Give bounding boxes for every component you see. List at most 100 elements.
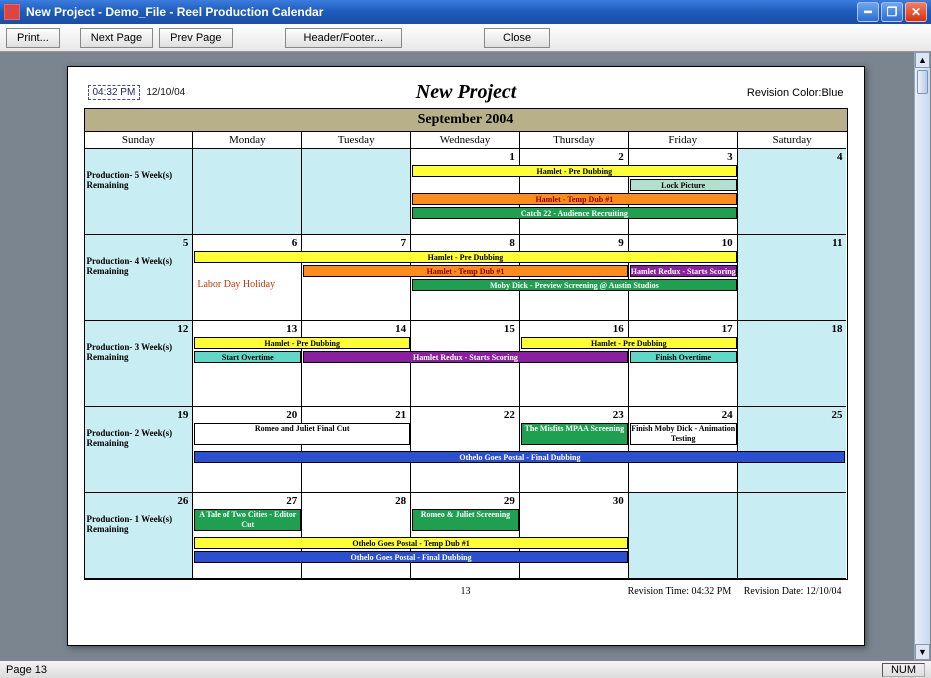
close-preview-button[interactable]: Close	[484, 28, 550, 48]
app-icon	[4, 4, 20, 20]
calendar-day-cell: 8	[411, 235, 520, 321]
calendar-day-cell	[629, 493, 738, 579]
calendar-day-cell: 5Production- 4 Week(s) Remaining	[85, 235, 194, 321]
day-number: 29	[504, 495, 515, 507]
toolbar: Print... Next Page Prev Page Header/Foot…	[0, 24, 931, 52]
calendar-day-cell: 10	[629, 235, 738, 321]
calendar-day-header: Saturday	[738, 132, 847, 149]
calendar-header-row: SundayMondayTuesdayWednesdayThursdayFrid…	[85, 132, 847, 149]
header-footer-button[interactable]: Header/Footer...	[285, 28, 403, 48]
header-date: 12/10/04	[146, 87, 185, 98]
calendar-day-header: Sunday	[85, 132, 194, 149]
week-label: Production- 3 Week(s) Remaining	[87, 343, 193, 363]
preview-workspace: ▲ ▼ 04:32 PM 12/10/04 New Project Revisi…	[0, 52, 931, 660]
day-number: 20	[286, 409, 297, 421]
calendar-week: 19Production- 2 Week(s) Remaining 20 21 22 2…	[85, 407, 847, 493]
next-page-button[interactable]: Next Page	[80, 28, 153, 48]
calendar-day-header: Monday	[193, 132, 302, 149]
calendar-week: Production- 5 Week(s) Remaining 1 2 3 4 Hamle…	[85, 149, 847, 235]
day-number: 4	[837, 151, 843, 163]
day-number: 2	[618, 151, 624, 163]
week-label: Production- 2 Week(s) Remaining	[87, 429, 193, 449]
day-number: 17	[722, 323, 733, 335]
day-number: 27	[286, 495, 297, 507]
day-number: 22	[504, 409, 515, 421]
day-number: 8	[509, 237, 515, 249]
close-window-button[interactable]: ✕	[905, 2, 927, 22]
day-number: 16	[613, 323, 624, 335]
holiday-label: Labor Day Holiday	[197, 279, 275, 290]
prev-page-button[interactable]: Prev Page	[159, 28, 232, 48]
event-bar: Hamlet Redux - Starts Scoring	[630, 265, 737, 277]
calendar-day-cell: 19Production- 2 Week(s) Remaining	[85, 407, 194, 493]
scroll-thumb[interactable]	[917, 70, 928, 94]
event-bar: Romeo & Juliet Screening	[412, 509, 519, 531]
calendar-day-cell: 15	[411, 321, 520, 407]
calendar-day-cell	[738, 493, 847, 579]
event-bar: Lock Picture	[630, 179, 737, 191]
event-bar: The Misfits MPAA Screening	[521, 423, 628, 445]
day-number: 12	[177, 323, 188, 335]
event-bar: Hamlet - Pre Dubbing	[412, 165, 737, 177]
day-number: 26	[177, 495, 188, 507]
revision-time: Revision Time: 04:32 PM	[628, 586, 732, 597]
maximize-button[interactable]: ❐	[881, 2, 903, 22]
event-bar: Moby Dick - Preview Screening @ Austin S…	[412, 279, 737, 291]
calendar-day-cell: 29	[411, 493, 520, 579]
calendar-day-cell: 12 Production- 3 Week(s) Remaining	[85, 321, 194, 407]
day-number: 11	[832, 237, 842, 249]
day-number: 30	[613, 495, 624, 507]
event-bar: Finish Overtime	[630, 351, 737, 363]
page-footer: 13 Revision Time: 04:32 PM Revision Date…	[84, 580, 848, 597]
calendar-month-title: September 2004	[85, 109, 847, 132]
calendar-day-cell	[193, 149, 302, 235]
calendar-day-cell: 13	[193, 321, 302, 407]
event-bar: Hamlet - Pre Dubbing	[521, 337, 737, 349]
day-number: 9	[618, 237, 624, 249]
calendar-day-header: Wednesday	[411, 132, 520, 149]
calendar-day-cell: 9	[520, 235, 629, 321]
document-header: 04:32 PM 12/10/04 New Project Revision C…	[84, 79, 848, 108]
calendar-day-header: Friday	[629, 132, 738, 149]
calendar-day-cell: 22	[411, 407, 520, 493]
calendar-day-cell: 16	[520, 321, 629, 407]
event-bar: Othelo Goes Postal - Final Dubbing	[194, 551, 627, 563]
event-bar: Hamlet - Temp Dub #1	[412, 193, 737, 205]
vertical-scrollbar[interactable]: ▲ ▼	[914, 52, 930, 660]
event-bar: Hamlet - Pre Dubbing	[194, 337, 410, 349]
scroll-down-icon[interactable]: ▼	[915, 644, 930, 660]
day-number: 18	[831, 323, 842, 335]
day-number: 21	[395, 409, 406, 421]
calendar-day-cell: 18	[738, 321, 847, 407]
event-bar: Catch 22 - Audience Recruiting	[412, 207, 737, 219]
day-number: 25	[831, 409, 842, 421]
print-button[interactable]: Print...	[6, 28, 60, 48]
event-bar: A Tale of Two Cities - Editor Cut	[194, 509, 301, 531]
week-label: Production- 5 Week(s) Remaining	[87, 171, 193, 191]
event-bar: Hamlet - Temp Dub #1	[303, 265, 628, 277]
day-number: 1	[509, 151, 515, 163]
event-bar: Hamlet Redux - Starts Scoring	[303, 351, 628, 363]
calendar-day-header: Thursday	[520, 132, 629, 149]
event-bar: Hamlet - Pre Dubbing	[194, 251, 736, 263]
status-page: Page 13	[6, 664, 47, 676]
calendar-day-cell: 2	[520, 149, 629, 235]
window-titlebar: New Project - Demo_File - Reel Productio…	[0, 0, 931, 24]
calendar-day-cell: Production- 5 Week(s) Remaining	[85, 149, 194, 235]
week-label: Production- 1 Week(s) Remaining	[87, 515, 193, 535]
calendar-day-cell: 26 Production- 1 Week(s) Remaining	[85, 493, 194, 579]
day-number: 5	[183, 237, 189, 249]
event-bar: Othelo Goes Postal - Temp Dub #1	[194, 537, 627, 549]
calendar-day-cell: 6Labor Day Holiday	[193, 235, 302, 321]
page-number: 13	[461, 586, 471, 597]
day-number: 13	[286, 323, 297, 335]
day-number: 7	[401, 237, 407, 249]
minimize-button[interactable]: ━	[857, 2, 879, 22]
day-number: 3	[727, 151, 733, 163]
calendar-day-cell: 7	[302, 235, 411, 321]
day-number: 28	[395, 495, 406, 507]
event-bar: Finish Moby Dick - Animation Testing	[630, 423, 737, 445]
revision-date: Revision Date: 12/10/04	[744, 586, 842, 597]
window-title: New Project - Demo_File - Reel Productio…	[26, 5, 855, 19]
scroll-up-icon[interactable]: ▲	[915, 52, 930, 68]
